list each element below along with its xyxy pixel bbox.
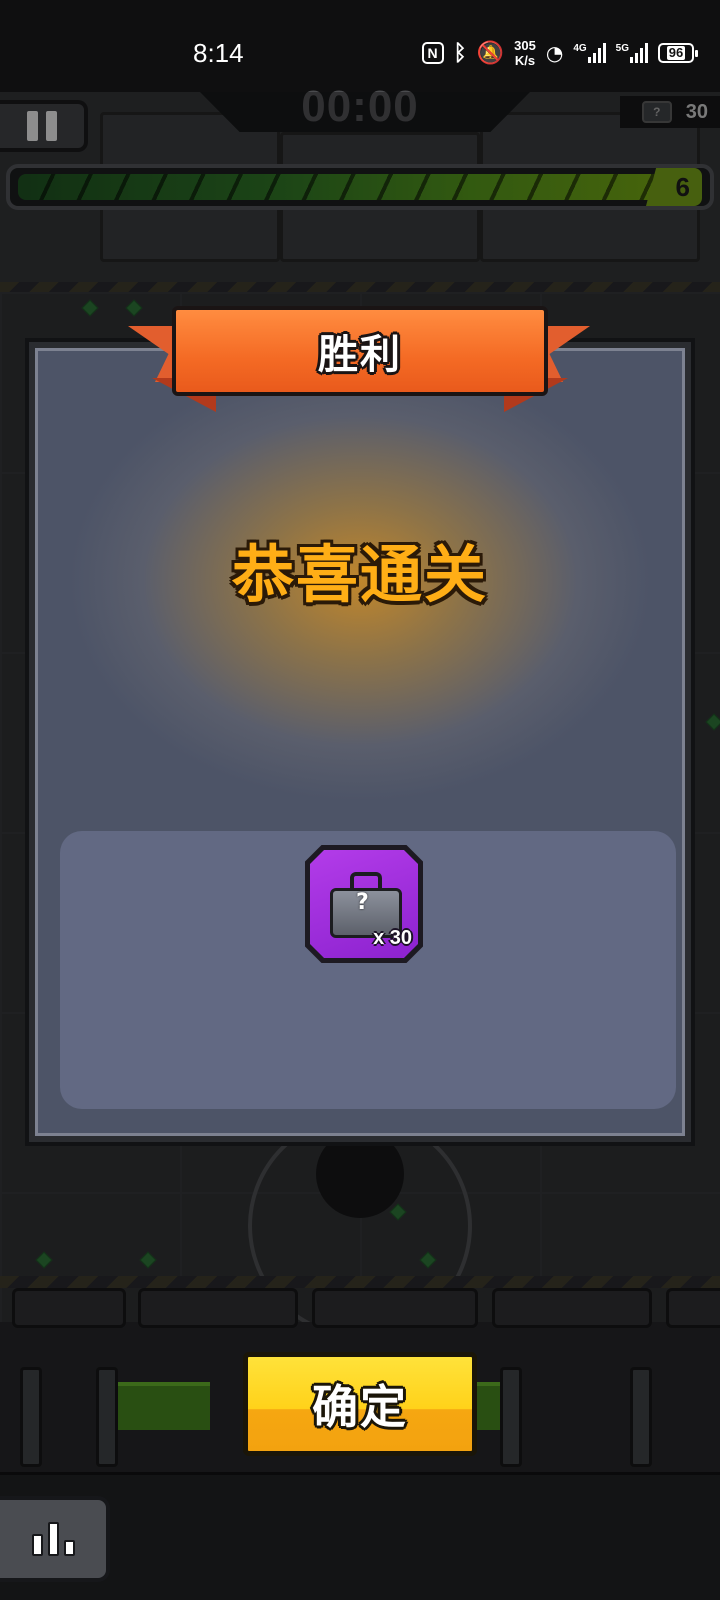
reward-panel: ? x 30 [60,831,676,1109]
bar-chart-icon [63,1540,75,1556]
dialog-title: 胜利 [318,332,402,378]
victory-banner: 胜利 [172,306,548,396]
sim2-type: 5G [615,43,629,54]
case-question-mark: ? [356,890,369,915]
signal-icon [587,43,606,63]
signal-sim1: 4G [573,43,606,63]
battery-icon: 96 [658,43,698,63]
battery-level: 96 [666,45,686,60]
status-bar: 8:14 N ᛒ 🔕 305 K/s ◔ 4G 5G 96 [0,0,720,92]
sim1-type: 4G [573,43,587,54]
victory-dialog-body: ? x 30 [35,348,685,1136]
reward-quantity: x 30 [373,927,412,949]
confirm-label: 确定 [312,1380,408,1434]
reward-item-frame: ? x 30 [310,850,418,958]
victory-dialog: ? x 30 [25,338,695,1146]
signal-icon [630,43,648,63]
status-time: 8:14 [193,38,244,68]
network-speed: 305 K/s [514,38,536,68]
congrats-headline: 恭喜通关 [231,538,488,611]
bluetooth-icon: ᛒ [453,40,467,66]
signal-sim2: 5G [616,43,648,63]
network-speed-value: 305 [514,38,536,53]
network-speed-unit: K/s [514,53,536,68]
wifi-icon: ◔ [545,41,564,65]
stats-button[interactable] [0,1496,110,1582]
bar-chart-icon [31,1534,43,1556]
reward-item[interactable]: ? x 30 [305,845,423,963]
status-icons: N ᛒ 🔕 305 K/s ◔ 4G 5G 96 [421,36,698,70]
mute-icon: 🔕 [476,40,505,66]
bar-chart-icon [47,1522,59,1556]
confirm-button[interactable]: 确定 [243,1352,477,1456]
nfc-icon: N [421,42,444,64]
